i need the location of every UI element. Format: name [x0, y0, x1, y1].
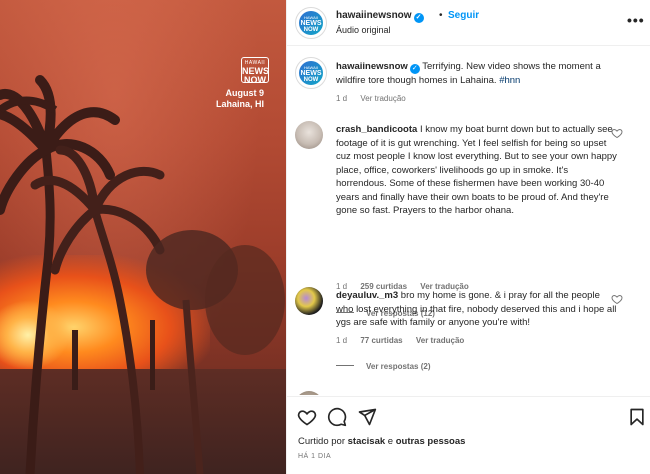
- comment-translate-link[interactable]: Ver tradução: [416, 336, 464, 345]
- liked-by-others[interactable]: outras pessoas: [396, 436, 466, 447]
- caption-avatar[interactable]: HAWAII NEWS NOW: [295, 57, 327, 89]
- caption-username[interactable]: hawaiinewsnow: [336, 61, 408, 72]
- brand-logo-icon: HAWAII NEWS NOW: [299, 11, 323, 35]
- verified-badge-icon: ✓: [413, 13, 424, 23]
- verified-badge-icon: ✓: [409, 64, 420, 74]
- author-avatar[interactable]: HAWAII NEWS NOW: [295, 7, 327, 39]
- separator-dot: •: [439, 10, 443, 21]
- news-logo: HAWAII NEWS NOW: [241, 57, 269, 85]
- comment-body: I know my boat burnt down but to actuall…: [336, 124, 617, 216]
- brand-logo-icon: HAWAII NEWS NOW: [299, 61, 323, 85]
- commenter-avatar[interactable]: [295, 121, 323, 149]
- comment-age[interactable]: 1 d: [336, 336, 347, 345]
- commenter-avatar[interactable]: [295, 391, 323, 395]
- post-header: HAWAII NEWS NOW hawaiinewsnow ✓ • Seguir …: [287, 0, 650, 46]
- follow-button[interactable]: Seguir: [448, 10, 479, 21]
- comments-list[interactable]: HAWAII NEWS NOW hawaiinewsnow ✓ Terrifyin…: [287, 47, 650, 395]
- post-panel: HAWAII NEWS NOW hawaiinewsnow ✓ • Seguir …: [286, 0, 650, 474]
- view-replies-button[interactable]: Ver respostas (2): [336, 362, 430, 371]
- comment-text: crash_bandicoota I know my boat burnt do…: [336, 123, 618, 218]
- comment-likes[interactable]: 77 curtidas: [360, 336, 402, 345]
- comment-text: deyauluv._m3 bro my home is gone. & i pr…: [336, 289, 618, 330]
- post-video[interactable]: HAWAII NEWS NOW August 9 Lahaina, HI: [0, 0, 286, 474]
- audio-label[interactable]: Áudio original: [336, 25, 391, 35]
- caption-text: hawaiinewsnow ✓ Terrifying. New video sho…: [336, 60, 618, 88]
- heart-icon[interactable]: [611, 293, 623, 305]
- liked-by-user[interactable]: stacisak: [348, 436, 386, 447]
- share-send-icon[interactable]: [357, 407, 377, 427]
- logo-bot-text: NOW: [244, 75, 266, 85]
- comment-meta: 1 d 77 curtidas Ver tradução: [336, 336, 475, 345]
- liked-by-text: Curtido por stacisak e outras pessoas: [298, 436, 466, 447]
- video-date: August 9: [225, 88, 264, 98]
- video-place: Lahaina, HI: [215, 99, 264, 109]
- caption-hashtag[interactable]: #hnn: [499, 75, 520, 86]
- commenter-username[interactable]: deyauluv._m3: [336, 290, 398, 301]
- replies-line: [336, 365, 354, 366]
- post-actions: Curtido por stacisak e outras pessoas HÁ…: [287, 396, 650, 474]
- more-options-icon[interactable]: •••: [627, 12, 645, 28]
- commenter-avatar[interactable]: [295, 287, 323, 315]
- like-heart-icon[interactable]: [297, 407, 317, 427]
- heart-icon[interactable]: [611, 127, 623, 139]
- bookmark-icon[interactable]: [627, 407, 647, 427]
- caption-age[interactable]: 1 d: [336, 94, 347, 103]
- caption-translate-link[interactable]: Ver tradução: [360, 94, 405, 103]
- author-username[interactable]: hawaiinewsnow ✓: [336, 10, 424, 23]
- caption-meta: 1 d Ver tradução: [336, 94, 417, 103]
- comment-bubble-icon[interactable]: [327, 407, 347, 427]
- post-age[interactable]: HÁ 1 DIA: [298, 453, 331, 460]
- commenter-username[interactable]: crash_bandicoota: [336, 124, 417, 135]
